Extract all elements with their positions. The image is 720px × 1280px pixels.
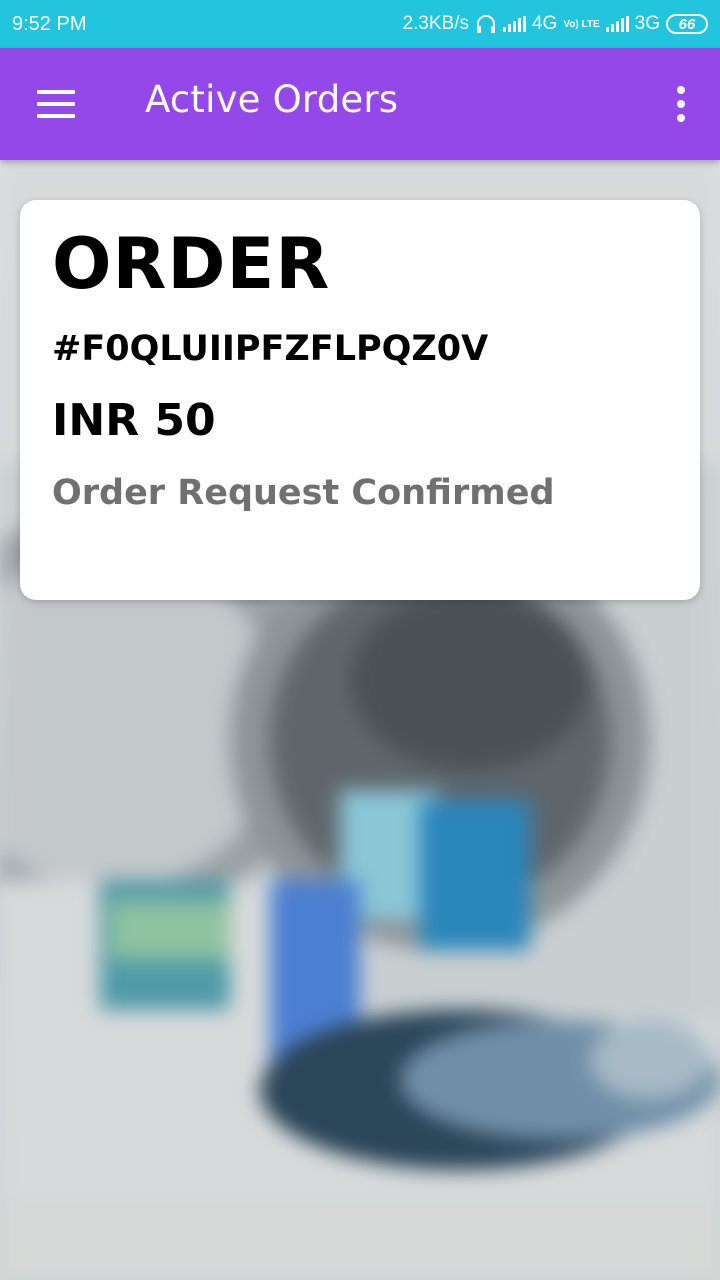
status-indicators: 2.3KB/s 4G Vo) LTE 3G 66 xyxy=(402,13,708,35)
order-status: Order Request Confirmed xyxy=(52,473,555,513)
order-card[interactable]: ORDER #F0QLUIIPFZFLPQZ0V INR 50 Order Re… xyxy=(20,200,700,600)
volte-label: Vo) LTE xyxy=(563,18,600,30)
page-title: Active Orders xyxy=(145,78,399,121)
order-heading: ORDER xyxy=(52,223,331,305)
status-bar: 9:52 PM 2.3KB/s 4G Vo) LTE 3G 66 xyxy=(0,0,720,48)
network-type-2: 3G xyxy=(634,13,660,34)
order-amount: INR 50 xyxy=(52,395,216,446)
network-type-1: 4G xyxy=(531,13,558,34)
signal-strength-icon xyxy=(502,16,526,32)
more-vertical-icon[interactable] xyxy=(668,84,694,124)
order-id: #F0QLUIIPFZFLPQZ0V xyxy=(52,329,489,369)
battery-icon: 66 xyxy=(666,14,708,34)
hamburger-menu-icon[interactable] xyxy=(30,86,82,122)
headphones-icon xyxy=(476,15,495,33)
signal-strength-icon-2 xyxy=(605,16,629,32)
app-bar: Active Orders xyxy=(0,48,720,160)
net-speed: 2.3KB/s xyxy=(402,13,469,34)
status-time: 9:52 PM xyxy=(12,12,87,35)
